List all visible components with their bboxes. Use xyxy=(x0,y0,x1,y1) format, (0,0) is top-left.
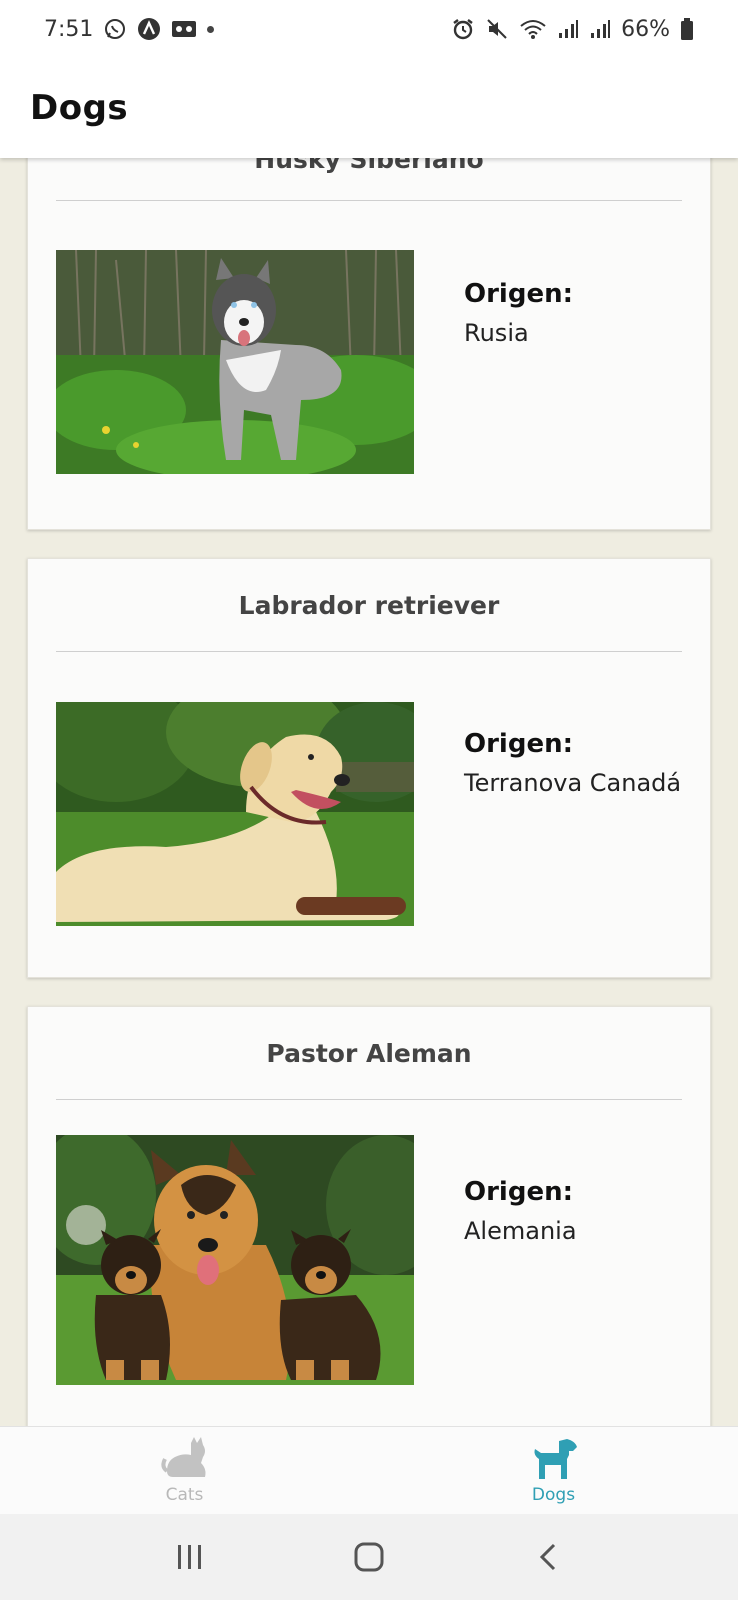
dog-photo xyxy=(56,1135,414,1385)
dog-card[interactable]: Husky Siberiano Origen: Rusia xyxy=(27,158,711,530)
page-title: Dogs xyxy=(30,88,129,128)
app-bar: Dogs xyxy=(0,58,738,158)
status-left: 7:51 xyxy=(44,16,215,42)
wifi-icon xyxy=(519,17,547,41)
tab-label: Cats xyxy=(165,1484,204,1505)
dog-card[interactable]: Pastor Aleman Origen: Alemania xyxy=(27,1006,711,1426)
system-navigation-bar xyxy=(0,1514,738,1600)
card-title: Pastor Aleman xyxy=(266,1039,472,1068)
dog-card[interactable]: Labrador retriever Origen: Terranova Can… xyxy=(27,558,711,978)
battery-percent: 66% xyxy=(621,16,670,42)
card-divider xyxy=(56,200,682,201)
signal-icon xyxy=(589,18,611,40)
tab-dogs[interactable]: Dogs xyxy=(369,1427,738,1514)
origin-value: Rusia xyxy=(464,319,529,347)
alarm-icon xyxy=(451,17,475,41)
origin-label: Origen: xyxy=(464,729,573,759)
battery-icon xyxy=(680,17,694,41)
origin-label: Origen: xyxy=(464,1177,573,1207)
card-title: Labrador retriever xyxy=(238,591,500,620)
recent-apps-icon[interactable] xyxy=(160,1527,220,1587)
home-icon[interactable] xyxy=(339,1527,399,1587)
status-time: 7:51 xyxy=(44,16,94,42)
app-a-icon xyxy=(137,17,161,41)
notification-dot xyxy=(207,25,215,33)
back-icon[interactable] xyxy=(518,1527,578,1587)
voicemail-icon xyxy=(171,18,197,40)
card-title: Husky Siberiano xyxy=(254,158,484,174)
tab-label: Dogs xyxy=(531,1484,576,1505)
origin-value: Alemania xyxy=(464,1217,577,1245)
whatsapp-icon xyxy=(103,17,127,41)
cat-icon xyxy=(160,1436,209,1481)
signal-icon xyxy=(557,18,579,40)
mute-icon xyxy=(485,17,509,41)
status-right: 66% xyxy=(451,17,694,42)
card-divider xyxy=(56,1099,682,1100)
origin-label: Origen: xyxy=(464,279,573,309)
tab-cats[interactable]: Cats xyxy=(0,1427,369,1514)
dog-photo xyxy=(56,250,414,474)
dog-list[interactable]: Husky Siberiano Origen: Rusia Labrador r… xyxy=(0,158,738,1426)
card-divider xyxy=(56,651,682,652)
origin-value: Terranova Canadá xyxy=(464,769,682,797)
bottom-navigation: Cats Dogs xyxy=(0,1426,738,1514)
status-bar: 7:51 66% xyxy=(0,0,738,58)
dog-icon xyxy=(529,1437,579,1481)
dog-photo xyxy=(56,702,414,926)
